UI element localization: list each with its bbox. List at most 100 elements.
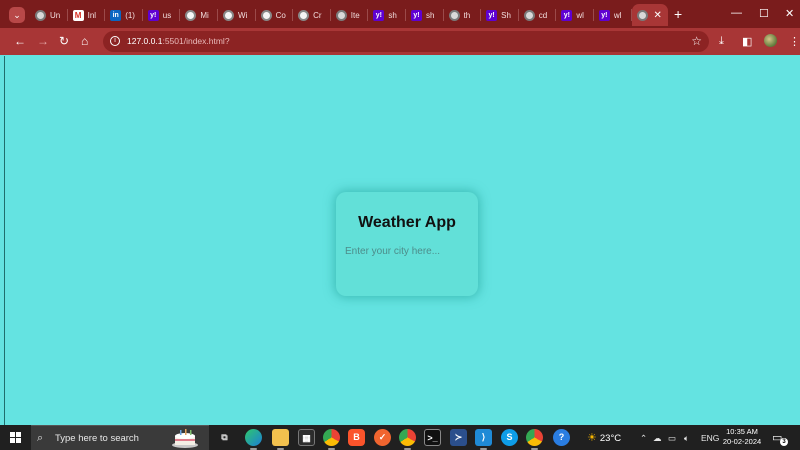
tab-title: (1): [125, 10, 135, 20]
close-window-icon[interactable]: ✕: [785, 7, 794, 20]
circle-icon: [298, 9, 310, 21]
linkedin-icon: in: [110, 9, 122, 21]
forward-arrow-icon[interactable]: →: [37, 34, 49, 48]
skype-icon[interactable]: S: [501, 429, 518, 446]
tab-title: Co: [275, 10, 286, 20]
url-path: :5501/index.html?: [162, 36, 230, 46]
home-icon[interactable]: ⌂: [81, 34, 88, 48]
app-orange-icon[interactable]: ✓: [374, 429, 391, 446]
tab-list: Un M Inl in (1) y! us Mi Wi Co Cr Ite y! sh y! sh th y! Sh…: [30, 4, 668, 26]
microsoft-store-icon[interactable]: ▦: [298, 429, 315, 446]
circle-icon: [260, 9, 272, 21]
task-view-icon[interactable]: ⧉: [216, 429, 233, 446]
yahoo-icon: y!: [561, 9, 573, 21]
bookmark-star-icon[interactable]: ☆: [691, 34, 702, 48]
language-indicator[interactable]: ENG: [701, 433, 719, 443]
side-panel-icon[interactable]: ◧: [742, 35, 752, 48]
browser-tab[interactable]: y! wl: [594, 4, 632, 26]
windows-taskbar: ⌕ Type here to search ⧉ ▦ B ✓ >_ ≻ ⟩ S ?…: [0, 425, 800, 450]
notification-badge: 3: [780, 438, 788, 446]
sun-cloud-icon: ☀: [587, 432, 597, 444]
new-tab-button[interactable]: +: [674, 6, 682, 22]
download-icon[interactable]: ⤓: [719, 35, 724, 48]
browser-tab[interactable]: Co: [256, 4, 294, 26]
reload-icon[interactable]: ↻: [59, 34, 69, 48]
tab-title: Un: [50, 10, 61, 20]
browser-tab[interactable]: M Inl: [68, 4, 106, 26]
file-explorer-icon[interactable]: [272, 429, 289, 450]
browser-tab[interactable]: th: [444, 4, 482, 26]
tab-title: Cr: [313, 10, 322, 20]
taskbar-search-box[interactable]: ⌕ Type here to search: [31, 425, 209, 450]
edge-icon[interactable]: [245, 429, 262, 450]
yahoo-icon: y!: [486, 9, 498, 21]
globe-icon: [35, 9, 46, 21]
browser-tab[interactable]: Cr: [293, 4, 331, 26]
tab-search-button[interactable]: ⌄: [9, 7, 25, 23]
chevron-up-icon[interactable]: ⌃: [640, 433, 647, 444]
vscode-icon[interactable]: ⟩: [475, 429, 492, 450]
windows-start-icon[interactable]: [10, 432, 21, 443]
globe-icon: [636, 9, 648, 21]
weather-widget[interactable]: ☀ 23°C: [587, 431, 621, 444]
tab-title: us: [162, 10, 172, 20]
city-input[interactable]: [345, 242, 471, 260]
browser-tab[interactable]: Mi: [180, 4, 218, 26]
tab-title: Ite: [350, 10, 360, 20]
help-icon[interactable]: ?: [553, 429, 570, 446]
tab-title: sh: [425, 10, 435, 20]
system-clock[interactable]: 10:35 AM 20-02-2024: [722, 427, 762, 447]
browser-tab[interactable]: cd: [519, 4, 557, 26]
minimize-icon[interactable]: —: [731, 7, 742, 19]
browser-toolbar: ← → ↻ ⌂ i 127.0.0.1:5501/index.html? ☆ ⤓…: [0, 28, 800, 55]
battery-icon[interactable]: ▭: [668, 433, 676, 444]
chrome-profile-icon[interactable]: [323, 429, 340, 450]
back-arrow-icon[interactable]: ←: [14, 34, 26, 48]
browser-tab[interactable]: y! sh: [406, 4, 444, 26]
browser-tab[interactable]: y! us: [143, 4, 181, 26]
maximize-icon[interactable]: ☐: [759, 7, 769, 20]
chrome-active-icon[interactable]: [526, 429, 543, 450]
tab-title: Sh: [501, 10, 511, 20]
browser-tab[interactable]: Wi: [218, 4, 256, 26]
tab-strip: ⌄ Un M Inl in (1) y! us Mi Wi Co Cr Ite y! sh y! sh th y!…: [0, 0, 800, 28]
clock-time: 10:35 AM: [726, 427, 758, 436]
gmail-icon: M: [72, 9, 84, 21]
circle-icon: [185, 9, 197, 21]
tab-title: wl: [576, 10, 584, 20]
temperature-text: 23°C: [599, 433, 622, 444]
onedrive-icon[interactable]: ☁: [653, 433, 662, 444]
tab-title: Mi: [200, 10, 209, 20]
globe-icon: [448, 9, 460, 21]
chrome-icon[interactable]: [399, 429, 416, 450]
globe-icon: [523, 9, 535, 21]
powershell-icon[interactable]: ≻: [450, 429, 467, 446]
browser-tab[interactable]: in (1): [105, 4, 143, 26]
volume-icon[interactable]: 🔈︎: [684, 433, 689, 444]
browser-tab[interactable]: y! Sh: [481, 4, 519, 26]
yahoo-icon: y!: [373, 9, 385, 21]
tab-title: th: [463, 10, 471, 20]
brave-icon[interactable]: B: [348, 429, 365, 446]
yahoo-icon: y!: [410, 9, 422, 21]
url-text[interactable]: 127.0.0.1:5501/index.html?: [127, 36, 230, 46]
active-browser-tab[interactable]: ✕: [631, 4, 668, 26]
browser-tab[interactable]: Ite: [331, 4, 369, 26]
tab-title: Inl: [87, 10, 97, 20]
url-host: 127.0.0.1: [127, 36, 163, 46]
tab-title: sh: [388, 10, 397, 20]
browser-tab[interactable]: Un: [30, 4, 68, 26]
address-bar[interactable]: i 127.0.0.1:5501/index.html? ☆: [103, 31, 709, 52]
browser-tab[interactable]: y! wl: [556, 4, 594, 26]
yahoo-icon: y!: [598, 9, 610, 21]
tab-title: cd: [538, 10, 548, 20]
circle-icon: [222, 9, 234, 21]
browser-tab[interactable]: y! sh: [368, 4, 406, 26]
page-viewport: Weather App: [5, 56, 800, 425]
site-info-icon[interactable]: i: [110, 36, 120, 46]
tab-title: wl: [613, 10, 622, 20]
close-tab-icon[interactable]: ✕: [654, 10, 662, 21]
browser-menu-icon[interactable]: ⋮: [789, 35, 800, 48]
profile-avatar[interactable]: [764, 34, 777, 47]
terminal-icon[interactable]: >_: [424, 429, 441, 446]
